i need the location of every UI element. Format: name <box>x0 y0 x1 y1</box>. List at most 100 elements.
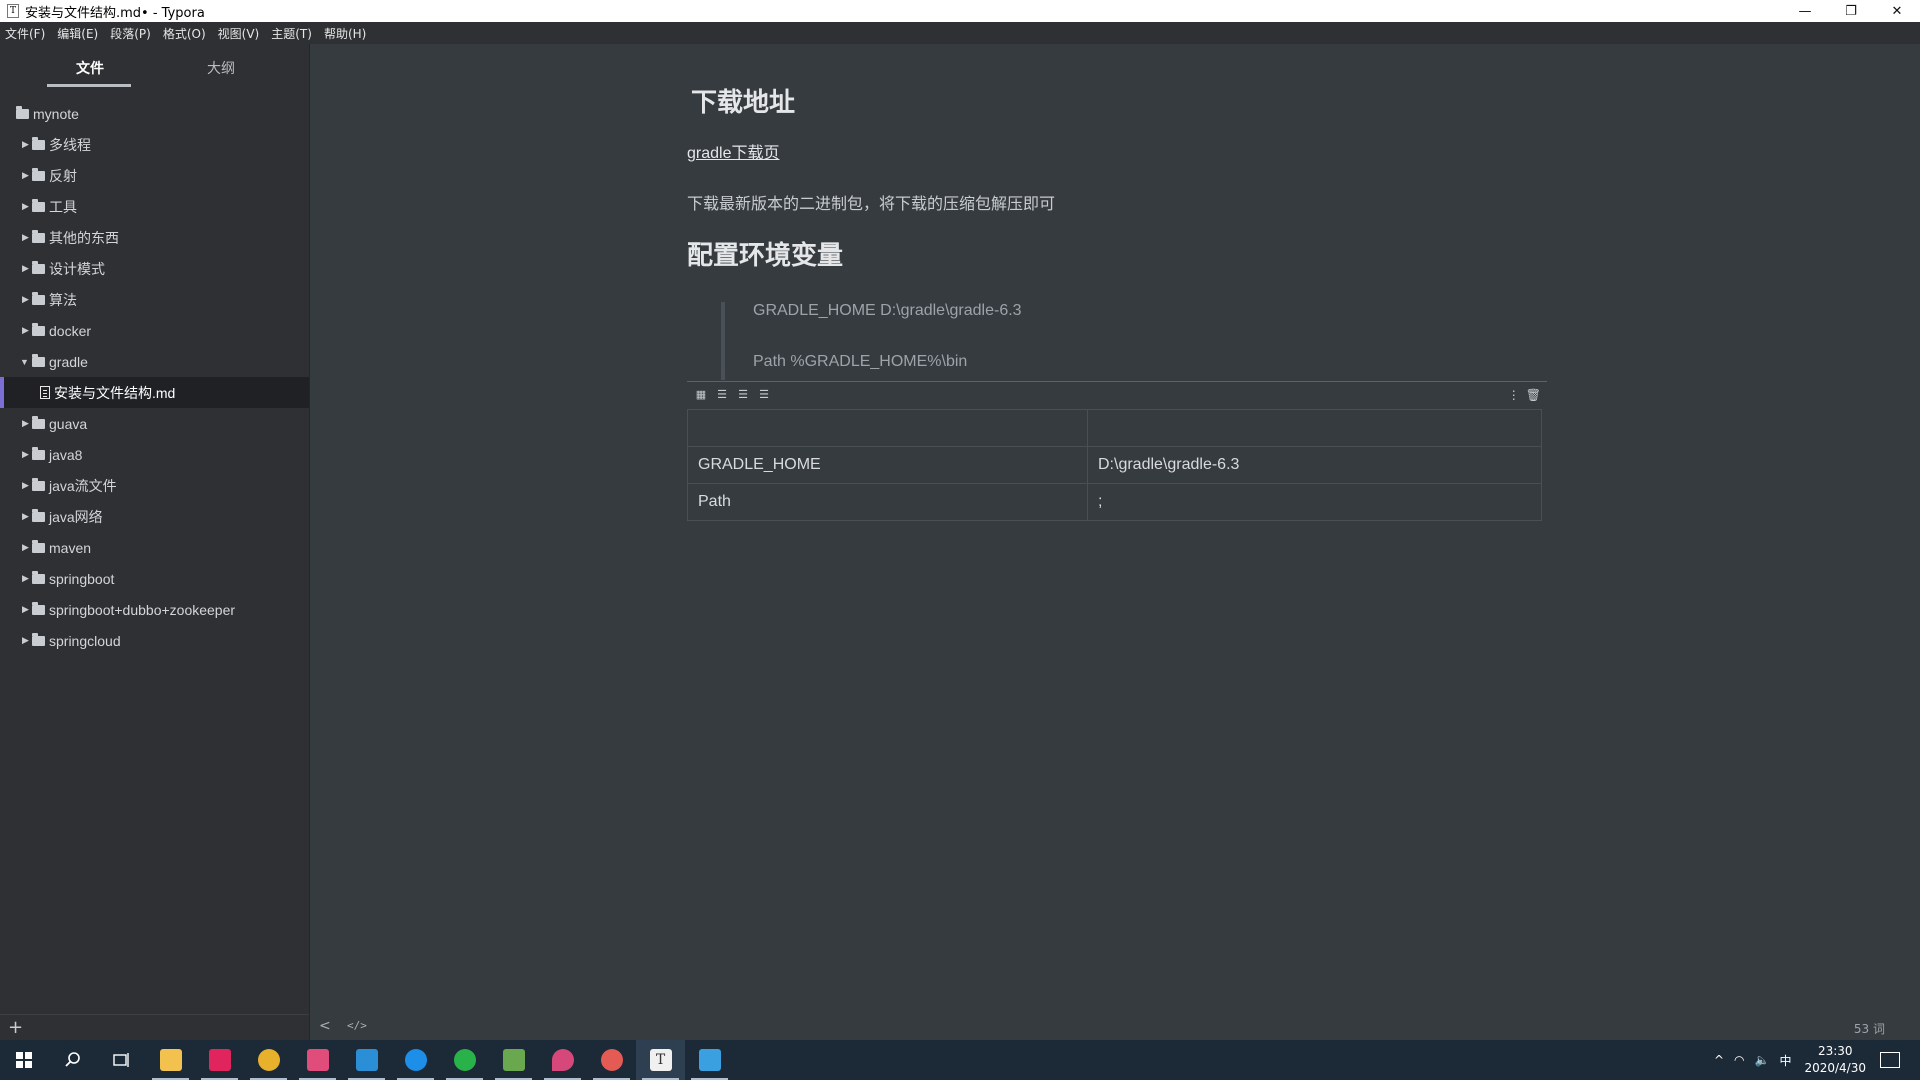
tree-item[interactable]: ▶ springboot <box>0 563 309 594</box>
caret-right-icon[interactable]: ▶ <box>22 573 30 584</box>
gradle-download-link[interactable]: gradle下载页 <box>687 139 779 163</box>
word-count[interactable]: 53 词 <box>1854 1020 1885 1037</box>
title-bar: T 安装与文件结构.md• - Typora — ❐ ✕ <box>0 0 1920 22</box>
source-code-toggle-icon[interactable]: </> <box>347 1019 367 1032</box>
more-options-icon[interactable]: ⋮ <box>1508 388 1520 402</box>
tree-item[interactable]: ▶ 反射 <box>0 160 309 191</box>
caret-right-icon[interactable]: ▶ <box>22 542 30 553</box>
menu-view[interactable]: 视图(V) <box>218 25 260 42</box>
caret-right-icon[interactable]: ▶ <box>22 294 30 305</box>
caret-right-icon[interactable]: ▶ <box>22 635 30 646</box>
ime-indicator[interactable]: 中 <box>1779 1052 1791 1069</box>
network-icon[interactable]: ◠ <box>1734 1053 1744 1067</box>
plant-icon <box>502 1049 525 1071</box>
tree-item[interactable]: ▶ maven <box>0 532 309 563</box>
caret-right-icon[interactable]: ▶ <box>22 604 30 615</box>
table-row: Path ; <box>687 483 1542 521</box>
taskbar-task-view[interactable] <box>97 1040 146 1080</box>
remote-desktop-icon <box>698 1049 721 1071</box>
tree-item[interactable]: ▶ 设计模式 <box>0 253 309 284</box>
table-resize-icon[interactable]: ▦ <box>694 389 708 401</box>
notification-center-icon[interactable] <box>1880 1052 1900 1068</box>
heading-download[interactable]: 下载地址 <box>691 82 795 119</box>
table-cell-editing[interactable]: ; <box>1087 483 1542 521</box>
paragraph-download[interactable]: 下载最新版本的二进制包，将下载的压缩包解压即可 <box>687 190 1055 214</box>
add-file-button[interactable]: + <box>8 1017 23 1038</box>
tree-item[interactable]: ▶ java网络 <box>0 501 309 532</box>
editor-pane[interactable]: 下载地址 gradle下载页 下载最新版本的二进制包，将下载的压缩包解压即可 配… <box>311 44 1920 1040</box>
menu-help[interactable]: 帮助(H) <box>324 25 366 42</box>
caret-right-icon[interactable]: ▶ <box>22 449 30 460</box>
restore-button[interactable]: ❐ <box>1828 0 1874 22</box>
caret-right-icon[interactable]: ▶ <box>22 511 30 522</box>
caret-right-icon[interactable]: ▶ <box>22 263 30 274</box>
quote-line[interactable]: GRADLE_HOME D:\gradle\gradle-6.3 <box>753 302 1022 320</box>
tree-item[interactable]: ▶ 多线程 <box>0 129 309 160</box>
taskbar-intellij[interactable] <box>195 1040 244 1080</box>
clock[interactable]: 23:30 2020/4/30 <box>1804 1043 1866 1077</box>
tree-item[interactable]: ▶ 工具 <box>0 191 309 222</box>
quote-line[interactable]: Path %GRADLE_HOME%\bin <box>753 353 967 371</box>
taskbar-sublime[interactable] <box>293 1040 342 1080</box>
caret-right-icon[interactable]: ▶ <box>22 325 30 336</box>
menu-file[interactable]: 文件(F) <box>5 25 45 42</box>
heading-env[interactable]: 配置环境变量 <box>687 235 843 272</box>
menu-edit[interactable]: 编辑(E) <box>57 25 98 42</box>
taskbar-file-explorer[interactable] <box>146 1040 195 1080</box>
tree-item[interactable]: ▶ springcloud <box>0 625 309 656</box>
tree-item[interactable]: ▶ guava <box>0 408 309 439</box>
tree-root-mynote[interactable]: mynote <box>0 98 309 129</box>
align-right-icon[interactable]: ☰ <box>757 389 771 401</box>
caret-right-icon[interactable]: ▶ <box>22 480 30 491</box>
show-hidden-icons-chevron-icon[interactable]: ^ <box>1714 1053 1724 1067</box>
taskbar-search[interactable] <box>48 1040 97 1080</box>
taskbar-vscode[interactable] <box>342 1040 391 1080</box>
taskbar-remote-desktop[interactable] <box>685 1040 734 1080</box>
caret-right-icon[interactable]: ▶ <box>22 139 30 150</box>
caret-right-icon[interactable]: ▶ <box>22 232 30 243</box>
chevron-left-icon[interactable]: < <box>319 1018 331 1034</box>
table-cell[interactable]: D:\gradle\gradle-6.3 <box>1087 446 1542 484</box>
close-button[interactable]: ✕ <box>1874 0 1920 22</box>
taskbar-typora[interactable]: T <box>636 1040 685 1080</box>
menu-theme[interactable]: 主题(T) <box>271 25 312 42</box>
tree-item[interactable]: ▶ java流文件 <box>0 470 309 501</box>
table-cell[interactable]: GRADLE_HOME <box>687 446 1088 484</box>
align-center-icon[interactable]: ☰ <box>736 389 750 401</box>
volume-icon[interactable]: 🔈 <box>1755 1053 1770 1067</box>
taskbar-green-app[interactable] <box>440 1040 489 1080</box>
tree-item[interactable]: ▶ 其他的东西 <box>0 222 309 253</box>
menu-bar: 文件(F) 编辑(E) 段落(P) 格式(O) 视图(V) 主题(T) 帮助(H… <box>0 22 1920 44</box>
tree-item[interactable]: ▶ java8 <box>0 439 309 470</box>
taskbar-thunder[interactable] <box>391 1040 440 1080</box>
tab-outline[interactable]: 大纲 <box>207 58 235 78</box>
caret-right-icon[interactable]: ▶ <box>22 201 30 212</box>
table-cell[interactable]: Path <box>687 483 1088 521</box>
table-header-cell[interactable] <box>1087 409 1542 447</box>
menu-paragraph[interactable]: 段落(P) <box>110 25 151 42</box>
caret-right-icon[interactable]: ▶ <box>22 418 30 429</box>
taskbar-plant-app[interactable] <box>489 1040 538 1080</box>
menu-format[interactable]: 格式(O) <box>163 25 206 42</box>
taskbar-drop-app[interactable] <box>538 1040 587 1080</box>
sidebar: 文件 大纲 mynote ▶ 多线程 ▶ 反射 ▶ 工具 ▶ 其他的东西 ▶ 设… <box>0 44 310 1040</box>
blockquote[interactable]: GRADLE_HOME D:\gradle\gradle-6.3 Path %G… <box>721 302 1401 380</box>
table-header-cell[interactable] <box>687 409 1088 447</box>
start-button[interactable] <box>0 1040 48 1080</box>
align-left-icon[interactable]: ☰ <box>715 389 729 401</box>
caret-down-icon[interactable]: ▼ <box>20 357 30 367</box>
tree-item-gradle[interactable]: ▼ gradle <box>0 346 309 377</box>
taskbar-weibo[interactable] <box>587 1040 636 1080</box>
windows-taskbar: T ^ ◠ 🔈 中 23:30 2020/4/30 <box>0 1040 1920 1080</box>
folder-icon <box>32 570 45 584</box>
tree-item[interactable]: ▶ 算法 <box>0 284 309 315</box>
markdown-table[interactable]: GRADLE_HOME D:\gradle\gradle-6.3 Path ; <box>687 409 1542 521</box>
delete-table-icon[interactable]: 🗑 <box>1526 388 1541 402</box>
caret-right-icon[interactable]: ▶ <box>22 170 30 181</box>
tree-item[interactable]: ▶ docker <box>0 315 309 346</box>
minimize-button[interactable]: — <box>1782 0 1828 22</box>
tree-item[interactable]: ▶ springboot+dubbo+zookeeper <box>0 594 309 625</box>
tab-files[interactable]: 文件 <box>76 58 104 78</box>
taskbar-chrome[interactable] <box>244 1040 293 1080</box>
tree-item-active-file[interactable]: 安装与文件结构.md <box>0 377 309 408</box>
